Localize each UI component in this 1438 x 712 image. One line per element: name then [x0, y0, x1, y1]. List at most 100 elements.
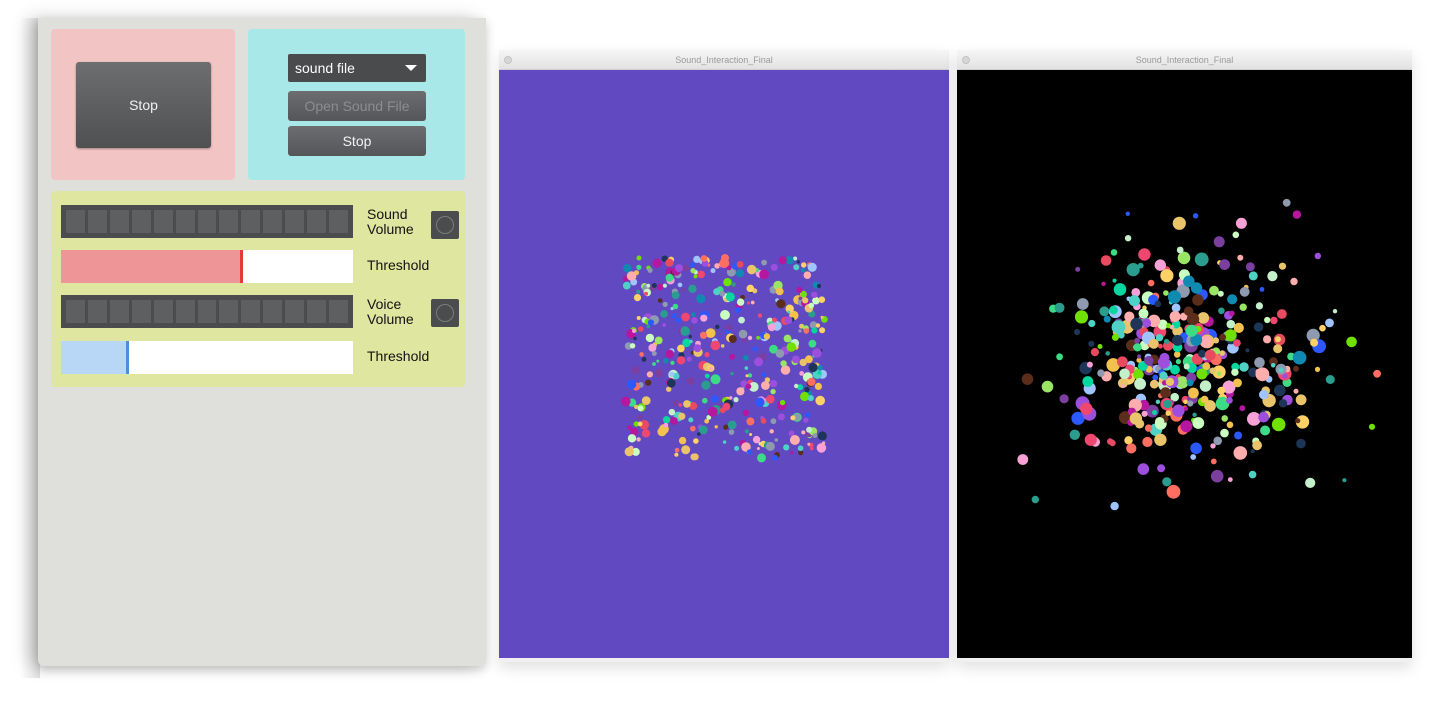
- particle-canvas[interactable]: [499, 70, 949, 658]
- particle: [647, 319, 654, 326]
- voice-volume-meter: [61, 295, 353, 328]
- meter-segment: [241, 300, 261, 323]
- particle: [671, 313, 677, 319]
- particle: [624, 447, 634, 457]
- particle: [805, 412, 811, 418]
- particle: [1264, 316, 1271, 324]
- close-icon[interactable]: [962, 56, 970, 64]
- meter-segment: [109, 210, 129, 233]
- particle: [688, 417, 694, 423]
- particle: [761, 259, 767, 266]
- particle: [1290, 277, 1298, 286]
- sound-threshold-slider[interactable]: [61, 250, 353, 283]
- particle: [641, 396, 651, 405]
- panel-shadow: [20, 18, 40, 678]
- particle: [1192, 417, 1205, 429]
- voice-toggle[interactable]: [431, 299, 459, 327]
- particle: [1088, 319, 1096, 328]
- sound-volume-label: Sound Volume: [367, 207, 414, 237]
- particle: [683, 400, 691, 408]
- particle: [711, 395, 719, 403]
- particle: [1314, 366, 1321, 372]
- particle: [693, 438, 699, 444]
- particle: [772, 317, 777, 323]
- particle: [783, 334, 792, 343]
- particle: [725, 292, 735, 302]
- particle: [626, 379, 637, 390]
- particle: [1232, 231, 1240, 239]
- particle: [1255, 367, 1270, 382]
- particle-field: [1017, 198, 1381, 511]
- meter-segment: [307, 210, 327, 233]
- particle: [746, 449, 753, 455]
- particle: [1217, 386, 1226, 395]
- particle: [677, 344, 685, 353]
- particle: [730, 371, 734, 376]
- window-title: Sound_Interaction_Final: [1135, 55, 1234, 65]
- particle: [1100, 255, 1112, 266]
- particle: [1219, 350, 1225, 356]
- source-select[interactable]: sound file: [288, 54, 426, 82]
- particle: [1082, 376, 1094, 387]
- particle: [678, 412, 686, 420]
- particle: [662, 323, 667, 327]
- particle: [1186, 379, 1194, 387]
- particle: [636, 289, 641, 294]
- particle: [644, 291, 648, 296]
- particle: [1175, 359, 1181, 365]
- particle: [772, 454, 779, 461]
- meter-segment: [241, 210, 261, 233]
- particle: [779, 399, 786, 406]
- window-title-bar[interactable]: Sound_Interaction_Final: [957, 50, 1412, 70]
- particle: [803, 328, 810, 334]
- particle: [1110, 249, 1118, 256]
- particle: [736, 261, 744, 268]
- particle: [1239, 405, 1246, 412]
- particle: [1074, 310, 1089, 324]
- particle: [1172, 216, 1186, 230]
- particle: [1310, 338, 1319, 347]
- meter-segment: [307, 300, 327, 323]
- particle: [708, 366, 714, 371]
- sound-threshold-knob[interactable]: [240, 250, 243, 283]
- particle: [623, 264, 632, 273]
- particle: [1278, 399, 1288, 408]
- stop-button-large[interactable]: Stop: [76, 62, 211, 148]
- particle: [1220, 428, 1229, 438]
- particle: [1204, 400, 1216, 412]
- particle: [1293, 388, 1299, 394]
- particle: [1226, 421, 1234, 429]
- particle: [742, 409, 750, 416]
- particle: [1219, 259, 1230, 270]
- particle: [1319, 324, 1326, 332]
- particle: [1204, 349, 1216, 361]
- particle-canvas[interactable]: [957, 70, 1412, 658]
- particle: [1128, 295, 1140, 307]
- particle: [1270, 316, 1278, 325]
- particle: [1105, 351, 1110, 356]
- close-icon[interactable]: [504, 56, 512, 64]
- open-sound-file-button[interactable]: Open Sound File: [288, 91, 426, 121]
- sound-toggle[interactable]: [431, 211, 459, 239]
- voice-threshold-slider[interactable]: [61, 341, 353, 374]
- particle: [776, 299, 786, 309]
- particle: [677, 282, 683, 288]
- particle: [723, 424, 729, 430]
- voice-threshold-knob[interactable]: [126, 341, 129, 374]
- particle: [761, 372, 767, 378]
- particle: [815, 395, 825, 406]
- particle: [735, 307, 742, 314]
- stop-button-small[interactable]: Stop: [288, 126, 426, 156]
- particle: [696, 294, 706, 304]
- particle: [1254, 357, 1265, 368]
- particle: [1126, 443, 1137, 454]
- particle: [1111, 320, 1126, 334]
- particle: [1054, 302, 1065, 313]
- particle: [734, 445, 740, 451]
- window-title-bar[interactable]: Sound_Interaction_Final: [499, 50, 949, 70]
- particle: [745, 383, 752, 390]
- particle: [1159, 371, 1168, 380]
- particle: [1190, 442, 1202, 455]
- particle: [808, 339, 817, 348]
- particle: [636, 255, 642, 261]
